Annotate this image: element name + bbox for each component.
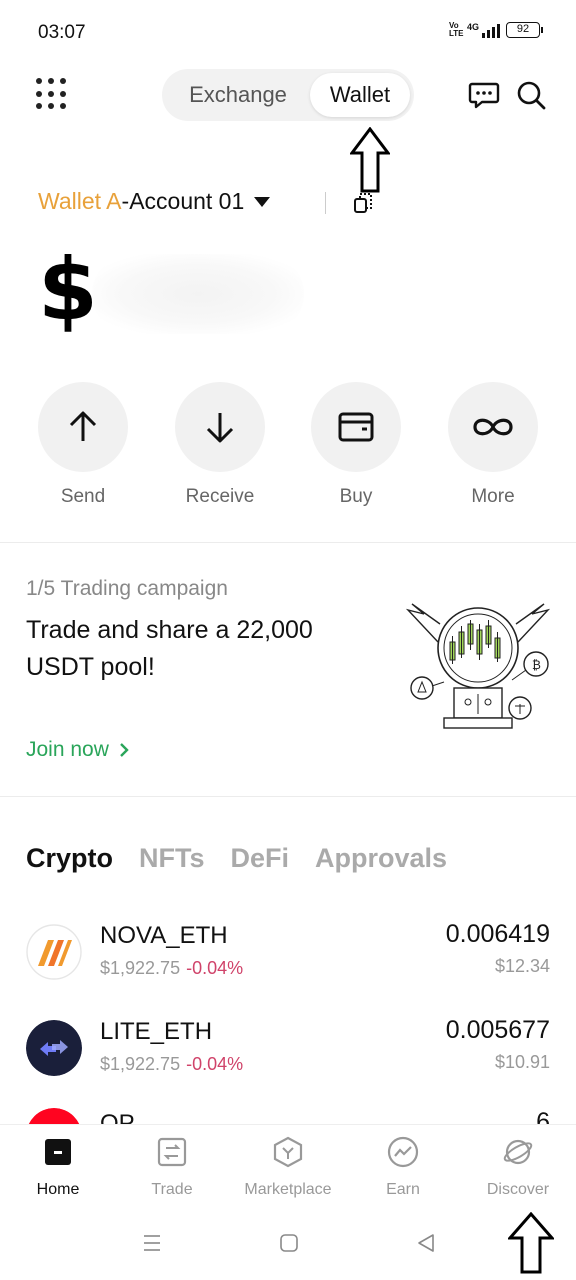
volte-indicator: Vo LTE (448, 21, 464, 38)
token-amount: 0.006419 (445, 920, 550, 948)
card-icon (338, 412, 374, 442)
status-bar: 03:07 Vo LTE 4G 92 (0, 0, 576, 64)
receive-button[interactable]: Receive (175, 382, 265, 508)
exchange-wallet-switch: Exchange Wallet (162, 69, 414, 121)
tab-approvals[interactable]: Approvals (315, 843, 447, 874)
recent-apps-icon[interactable] (142, 1232, 162, 1254)
token-change: -0.04% (186, 958, 244, 978)
menu-grid-icon[interactable] (36, 78, 68, 110)
search-icon[interactable] (515, 79, 547, 111)
home-system-icon[interactable] (279, 1232, 299, 1254)
battery-icon: 92 (506, 22, 543, 38)
top-header: Exchange Wallet (0, 66, 576, 126)
wallet-name: Wallet A (38, 188, 122, 214)
network-type: 4G (466, 22, 479, 32)
campaign-counter: 1/5 Trading campaign (26, 577, 228, 600)
chat-icon[interactable] (468, 79, 500, 111)
op-logo-icon (28, 1108, 80, 1124)
balance-symbol: $ (38, 240, 98, 340)
copy-icon[interactable] (352, 190, 374, 216)
send-button[interactable]: Send (38, 382, 128, 508)
trading-trophy-illustration: ₿ (405, 603, 551, 729)
discover-icon (503, 1139, 533, 1165)
status-indicators: Vo LTE 4G 92 (448, 21, 543, 38)
divider (0, 796, 576, 797)
nav-discover[interactable]: Discover (460, 1135, 576, 1199)
infinity-icon (473, 418, 513, 436)
buy-label: Buy (339, 486, 373, 507)
token-change: -0.04% (186, 1054, 244, 1074)
nav-trade[interactable]: Trade (114, 1135, 230, 1199)
token-value: $12.34 (494, 956, 550, 976)
nav-label: Earn (386, 1181, 420, 1198)
token-name: OP (100, 1110, 135, 1124)
token-name: LITE_ETH (100, 1018, 213, 1045)
token-amount: 0.005677 (445, 1016, 550, 1044)
nav-home[interactable]: Home (0, 1135, 116, 1199)
hidden-balance (92, 254, 304, 334)
arrow-down-icon (206, 413, 234, 443)
token-price: $1,922.75 -0.04% (100, 1054, 243, 1075)
token-row[interactable]: NOVA_ETH $1,922.75 -0.04% 0.006419 $12.34 (0, 916, 576, 996)
home-icon (45, 1139, 71, 1165)
nav-earn[interactable]: Earn (345, 1135, 461, 1199)
send-label: Send (60, 486, 106, 507)
quick-actions: Send Receive Buy More (0, 382, 576, 512)
divider (0, 542, 576, 543)
receive-label: Receive (185, 486, 255, 507)
nova-eth-logo-icon (26, 924, 82, 980)
system-nav-bar (0, 1210, 576, 1280)
nav-label: Trade (151, 1181, 193, 1198)
arrow-up-icon (69, 411, 97, 441)
annotation-arrow-icon (350, 127, 390, 193)
chevron-right-icon (120, 743, 129, 757)
caret-down-icon (254, 196, 271, 207)
join-now-link[interactable]: Join now (26, 738, 129, 762)
more-circle (448, 382, 538, 472)
buy-circle (311, 382, 401, 472)
token-amount: 6 (536, 1108, 550, 1124)
signal-icon: 4G (467, 22, 500, 38)
tab-nfts[interactable]: NFTs (139, 843, 205, 874)
more-label: More (471, 486, 515, 507)
nav-label: Discover (486, 1181, 550, 1198)
account-separator: - (121, 188, 130, 214)
token-name: NOVA_ETH (100, 922, 228, 949)
nav-marketplace[interactable]: Marketplace (230, 1135, 346, 1199)
token-value: $10.91 (494, 1052, 550, 1072)
svg-text:₿: ₿ (532, 658, 541, 672)
annotation-arrow-icon (508, 1212, 554, 1274)
token-price-value: $1,922.75 (100, 958, 181, 978)
lite-eth-logo-icon (26, 1020, 82, 1076)
buy-button[interactable]: Buy (311, 382, 401, 508)
tab-wallet[interactable]: Wallet (310, 73, 410, 117)
receive-circle (175, 382, 265, 472)
more-button[interactable]: More (448, 382, 538, 508)
asset-tabs: Crypto NFTs DeFi Approvals (26, 843, 447, 874)
nav-label: Marketplace (244, 1181, 332, 1198)
account-selector[interactable]: Wallet A - Account 01 (38, 188, 271, 215)
nav-label: Home (36, 1181, 80, 1198)
campaign-title: Trade and share a 22,000 USDT pool! (26, 616, 313, 681)
earn-icon (387, 1136, 419, 1168)
token-price: $1,922.75 -0.04% (100, 958, 243, 979)
token-row[interactable]: OP 6 (0, 1104, 576, 1124)
marketplace-icon (273, 1136, 303, 1168)
divider (325, 192, 326, 214)
tab-crypto[interactable]: Crypto (26, 843, 113, 874)
join-now-label: Join now (26, 738, 109, 761)
status-time: 03:07 (38, 22, 86, 43)
token-row[interactable]: LITE_ETH $1,922.75 -0.04% 0.005677 $10.91 (0, 1012, 576, 1092)
send-circle (38, 382, 128, 472)
trade-icon (157, 1137, 187, 1167)
tab-defi[interactable]: DeFi (231, 843, 290, 874)
account-name: Account 01 (129, 188, 245, 214)
bottom-nav: Home Trade Marketplace Earn Discover (0, 1124, 576, 1206)
token-price-value: $1,922.75 (100, 1054, 181, 1074)
back-icon[interactable] (416, 1232, 436, 1254)
tab-exchange[interactable]: Exchange (168, 73, 308, 117)
